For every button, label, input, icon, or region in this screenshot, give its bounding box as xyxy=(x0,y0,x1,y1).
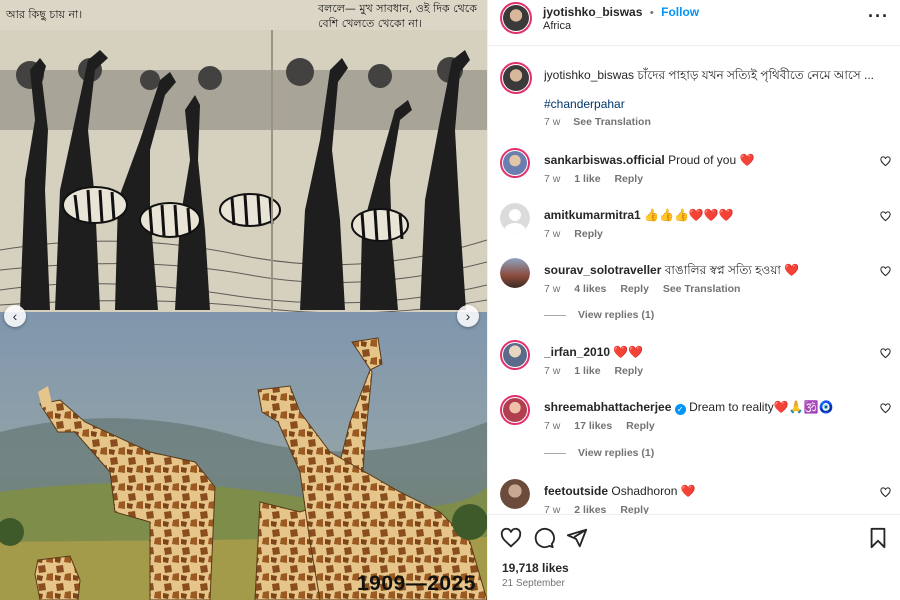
save-bookmark-icon[interactable] xyxy=(868,527,888,549)
comment-item: _irfan_2010 ❤️❤️ 7 w 1 like Reply xyxy=(488,340,900,392)
author-avatar[interactable] xyxy=(500,2,532,34)
post-media[interactable]: আর কিছু চায় না। বললে— মুখ সাবধান, ওই দি… xyxy=(0,0,487,600)
comment-item: sourav_solotraveller বাঙালির স্বপ্ন সত্য… xyxy=(488,258,900,310)
commenter-avatar[interactable] xyxy=(500,148,530,178)
commenter-avatar[interactable] xyxy=(500,258,530,288)
post-location[interactable]: Africa xyxy=(543,20,571,32)
book-text-left: আর কিছু চায় না। xyxy=(6,8,83,21)
commenter-username[interactable]: amitkumarmitra1 xyxy=(544,208,641,222)
comment-like-heart-icon[interactable] xyxy=(880,348,891,359)
view-replies-button[interactable]: View replies (1) xyxy=(544,309,654,321)
comment-like-heart-icon[interactable] xyxy=(880,156,891,167)
chevron-right-icon: › xyxy=(465,308,471,324)
header-separator: • xyxy=(649,7,654,19)
book-text-right-2: বেশি খেলতে খেকো না। xyxy=(318,17,422,30)
post-side-panel: jyotishko_biswas • Follow Africa ··· jyo… xyxy=(487,0,900,600)
comment-likes[interactable]: 1 like xyxy=(574,173,600,185)
commenter-username[interactable]: _irfan_2010 xyxy=(544,345,610,359)
likes-count[interactable]: 19,718 likes xyxy=(502,561,569,575)
caption-see-translation[interactable]: See Translation xyxy=(573,116,651,128)
comment-likes[interactable]: 17 likes xyxy=(574,420,612,432)
comment-text: Oshadhoron xyxy=(611,484,678,498)
share-send-icon[interactable] xyxy=(566,527,588,549)
replies-divider-line xyxy=(544,314,566,316)
comment-like-heart-icon[interactable] xyxy=(880,487,891,498)
commenter-username[interactable]: sankarbiswas.official xyxy=(544,153,665,167)
comment-text: Proud of you xyxy=(668,153,737,167)
comment-time: 7 w xyxy=(544,228,561,240)
comment-emoji: 👍👍👍❤️❤️❤️ xyxy=(644,208,734,222)
comment-emoji: ❤️🙏🕉️🧿 xyxy=(773,400,834,414)
post-header: jyotishko_biswas • Follow Africa ··· xyxy=(488,0,900,46)
comment-time: 7 w xyxy=(544,420,561,432)
comment-time: 7 w xyxy=(544,173,561,185)
comment-likes[interactable]: 4 likes xyxy=(574,283,606,295)
post-footer: 19,718 likes 21 September xyxy=(488,514,900,600)
caption-username[interactable]: jyotishko_biswas xyxy=(544,68,634,82)
commenter-username[interactable]: feetoutside xyxy=(544,484,608,498)
year-label: 1909—2025 xyxy=(357,572,476,595)
commenter-avatar[interactable] xyxy=(500,203,530,233)
comment-item: amitkumarmitra1 👍👍👍❤️❤️❤️ 7 w Reply xyxy=(488,203,900,255)
comment-like-heart-icon[interactable] xyxy=(880,266,891,277)
comment-text: Dream to reality xyxy=(689,400,774,414)
author-username[interactable]: jyotishko_biswas xyxy=(543,5,642,19)
comment-like-heart-icon[interactable] xyxy=(880,211,891,222)
comment-emoji: ❤️ xyxy=(784,263,800,277)
carousel-prev-button[interactable]: ‹ xyxy=(4,305,26,327)
comment-likes[interactable]: 1 like xyxy=(574,365,600,377)
comment-item: sankarbiswas.official Proud of you ❤️ 7 … xyxy=(488,148,900,200)
giraffe-photo-image xyxy=(0,312,487,600)
comment-text: বাঙালির স্বপ্ন সত্যি হওয়া xyxy=(664,263,781,277)
view-replies-label: View replies (1) xyxy=(578,447,655,459)
commenter-avatar[interactable] xyxy=(500,479,530,509)
commenter-avatar[interactable] xyxy=(500,395,530,425)
comment-item: shreemabhattacherjee ✓ Dream to reality❤… xyxy=(488,395,900,447)
caption-avatar[interactable] xyxy=(500,62,532,94)
more-options-icon[interactable]: ··· xyxy=(868,6,889,27)
comment-time: 7 w xyxy=(544,283,561,295)
comment-time: 7 w xyxy=(544,365,561,377)
view-replies-label: View replies (1) xyxy=(578,309,655,321)
comment-emoji: ❤️ xyxy=(680,484,696,498)
view-replies-button[interactable]: View replies (1) xyxy=(544,447,654,459)
giraffe-sketch-image xyxy=(0,0,487,312)
commenter-username[interactable]: shreemabhattacherjee xyxy=(544,400,671,414)
comment-emoji: ❤️❤️ xyxy=(613,345,644,359)
comment-bubble-icon[interactable] xyxy=(533,527,555,549)
chevron-left-icon: ‹ xyxy=(12,308,18,324)
giraffe-photo xyxy=(0,312,487,600)
replies-divider-line xyxy=(544,452,566,454)
comment-reply-button[interactable]: Reply xyxy=(614,365,643,377)
comment-reply-button[interactable]: Reply xyxy=(620,283,649,295)
comment-reply-button[interactable]: Reply xyxy=(614,173,643,185)
comment-like-heart-icon[interactable] xyxy=(880,403,891,414)
carousel-next-button[interactable]: › xyxy=(457,305,479,327)
follow-button[interactable]: Follow xyxy=(661,5,699,19)
post-date: 21 September xyxy=(502,578,565,589)
comment-reply-button[interactable]: Reply xyxy=(574,228,603,240)
caption-text: চাঁদের পাহাড় যখন সত্যিই পৃথিবীতে নেমে আ… xyxy=(637,68,874,82)
verified-badge-icon: ✓ xyxy=(674,404,686,415)
comment-reply-button[interactable]: Reply xyxy=(626,420,655,432)
book-illustration: আর কিছু চায় না। বললে— মুখ সাবধান, ওই দি… xyxy=(0,0,487,312)
comment-emoji: ❤️ xyxy=(739,153,755,167)
comment-see-translation[interactable]: See Translation xyxy=(663,283,741,295)
caption-hashtag[interactable]: #chanderpahar xyxy=(544,97,625,111)
like-heart-icon[interactable] xyxy=(500,527,522,549)
caption-time: 7 w xyxy=(544,116,561,128)
commenter-username[interactable]: sourav_solotraveller xyxy=(544,263,661,277)
commenter-avatar[interactable] xyxy=(500,340,530,370)
